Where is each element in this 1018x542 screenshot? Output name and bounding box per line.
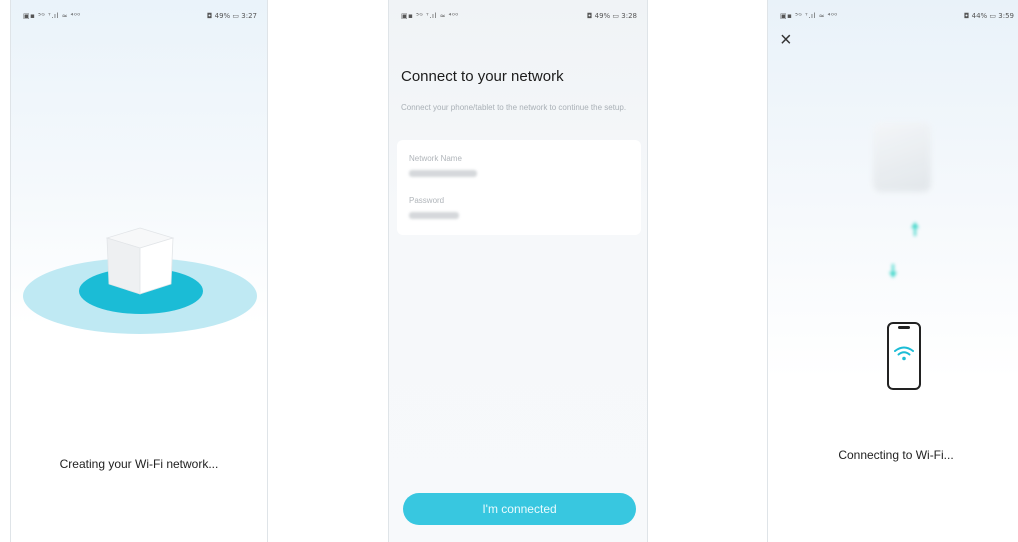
status-icons-left: ▣▪ ⁵ᴳ ᐪ.ıl ≈ ⁴⁰⁰ xyxy=(23,12,81,20)
im-connected-button[interactable]: I'm connected xyxy=(403,493,636,525)
network-info-card: Network Name Password xyxy=(397,140,641,235)
network-name-label: Network Name xyxy=(409,154,462,163)
status-icons-left: ▣▪ ⁵ᴳ ᐪ.ıl ≈ ⁴⁰⁰ xyxy=(780,12,838,20)
wifi-icon xyxy=(894,346,914,361)
status-battery-time: ◘ 49% ▭ 3:27 xyxy=(206,12,257,20)
status-bar: ▣▪ ⁵ᴳ ᐪ.ıl ≈ ⁴⁰⁰ ◘ 49% ▭ 3:28 xyxy=(389,0,647,26)
password-label: Password xyxy=(409,196,445,205)
password-value-blurred xyxy=(409,212,459,219)
status-icons-left: ▣▪ ⁵ᴳ ᐪ.ıl ≈ ⁴⁰⁰ xyxy=(401,12,459,20)
screen-connecting-wifi: ▣▪ ⁵ᴳ ᐪ.ıl ≈ ⁴⁰⁰ ◘ 44% ▭ 3:59 × Connecti… xyxy=(767,0,1018,542)
screen-creating-network: ▣▪ ⁵ᴳ ᐪ.ıl ≈ ⁴⁰⁰ ◘ 49% ▭ 3:27 Creating y… xyxy=(10,0,268,542)
router-icon xyxy=(873,122,931,192)
screen-connect-network: ▣▪ ⁵ᴳ ᐪ.ıl ≈ ⁴⁰⁰ ◘ 49% ▭ 3:28 Connect to… xyxy=(388,0,648,542)
phone-notch xyxy=(898,326,910,329)
connecting-caption: Connecting to Wi-Fi... xyxy=(838,448,954,462)
close-icon[interactable]: × xyxy=(780,30,792,50)
page-title: Connect to your network xyxy=(401,68,564,85)
status-battery-time: ◘ 49% ▭ 3:28 xyxy=(586,12,637,20)
page-subtitle: Connect your phone/tablet to the network… xyxy=(401,103,627,112)
arrow-down-icon xyxy=(889,264,897,278)
status-bar: ▣▪ ⁵ᴳ ᐪ.ıl ≈ ⁴⁰⁰ ◘ 44% ▭ 3:59 xyxy=(768,0,1018,26)
phone-icon xyxy=(887,322,921,390)
status-battery-time: ◘ 44% ▭ 3:59 xyxy=(963,12,1014,20)
network-name-value-blurred xyxy=(409,170,477,177)
creating-network-caption: Creating your Wi-Fi network... xyxy=(59,457,219,471)
status-bar: ▣▪ ⁵ᴳ ᐪ.ıl ≈ ⁴⁰⁰ ◘ 49% ▭ 3:27 xyxy=(11,0,267,26)
arrow-up-icon xyxy=(911,222,919,236)
router-cube-icon xyxy=(103,224,177,303)
